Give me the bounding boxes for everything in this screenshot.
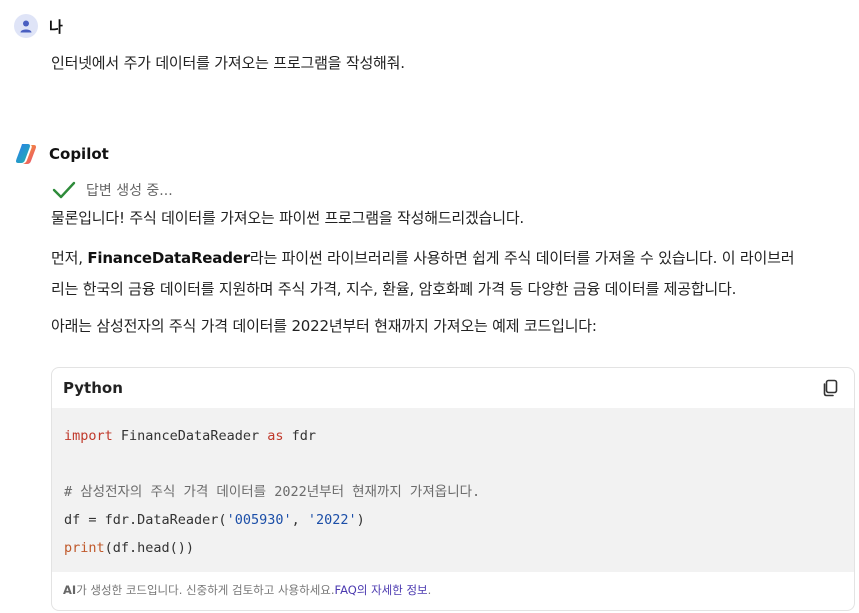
code-sep: ,: [291, 512, 308, 528]
para2-prefix: 먼저,: [51, 249, 88, 267]
code-block: Python import FinanceDataReader as fdr #…: [51, 367, 855, 611]
code-module: FinanceDataReader: [112, 428, 268, 444]
user-message-text: 인터넷에서 주가 데이터를 가져오는 프로그램을 작성해줘.: [51, 54, 405, 72]
para2-line2: 리는 한국의 금융 데이터를 지원하며 주식 가격, 지수, 환율, 암호화폐 …: [51, 280, 737, 298]
chat-page: 나 인터넷에서 주가 데이터를 가져오는 프로그램을 작성해줘. Copilot: [0, 0, 859, 613]
response-paragraph-3: 아래는 삼성전자의 주식 가격 데이터를 2022년부터 현재까지 가져오는 예…: [51, 317, 597, 335]
library-name: FinanceDataReader: [87, 249, 250, 267]
keyword-import: import: [64, 428, 113, 444]
para2-line1-rest: 라는 파이썬 라이브러리를 사용하면 쉽게 주식 데이터를 가져올 수 있습니다…: [249, 249, 795, 267]
copy-code-button[interactable]: [818, 376, 842, 400]
user-message-header: 나: [14, 14, 63, 38]
generation-status: 답변 생성 중...: [52, 180, 173, 200]
code-print-args: (df.head()): [104, 540, 195, 556]
response-intro: 물론입니다! 주식 데이터를 가져오는 파이썬 프로그램을 작성해드리겠습니다.: [51, 209, 524, 227]
check-icon: [52, 181, 76, 199]
code-language-label: Python: [63, 379, 123, 397]
faq-link[interactable]: FAQ: [335, 583, 357, 597]
copilot-message-header: Copilot: [14, 142, 109, 166]
keyword-print: print: [64, 540, 105, 556]
code-line-comment: # 삼성전자의 주식 가격 데이터를 2022년부터 현재까지 가져옵니다.: [64, 484, 481, 500]
code-close: ): [356, 512, 365, 528]
disclaimer-text: 가 생성한 코드입니다. 신중하게 검토하고 사용하세요.: [76, 583, 335, 597]
code-string-ticker: '005930': [226, 512, 292, 528]
code-line-import: import FinanceDataReader as fdr: [52, 422, 854, 450]
status-text: 답변 생성 중...: [86, 183, 173, 199]
code-string-year: '2022': [307, 512, 357, 528]
code-body[interactable]: import FinanceDataReader as fdr # 삼성전자의 …: [52, 408, 854, 572]
keyword-as: as: [267, 428, 284, 444]
user-avatar-icon: [14, 14, 38, 38]
response-paragraph-2: 먼저, FinanceDataReader라는 파이썬 라이브러리를 사용하면 …: [51, 243, 795, 305]
code-line-datareader: df = fdr.DataReader('005930', '2022'): [52, 506, 854, 534]
disclaimer-middle: 의 자세한 정보: [356, 583, 428, 597]
copy-icon: [823, 379, 838, 397]
code-line-print: print(df.head()): [52, 534, 854, 562]
code-block-header: Python: [52, 368, 854, 408]
code-disclaimer: AI 가 생성한 코드입니다. 신중하게 검토하고 사용하세요. FAQ 의 자세한…: [52, 572, 854, 608]
user-sender-name: 나: [49, 17, 63, 36]
code-alias: fdr: [283, 428, 316, 444]
code-call: df = fdr.DataReader(: [64, 512, 227, 528]
disclaimer-end: .: [427, 583, 432, 597]
copilot-logo-icon: [16, 144, 36, 164]
disclaimer-ai: AI: [63, 583, 77, 597]
copilot-sender-name: Copilot: [49, 145, 109, 163]
